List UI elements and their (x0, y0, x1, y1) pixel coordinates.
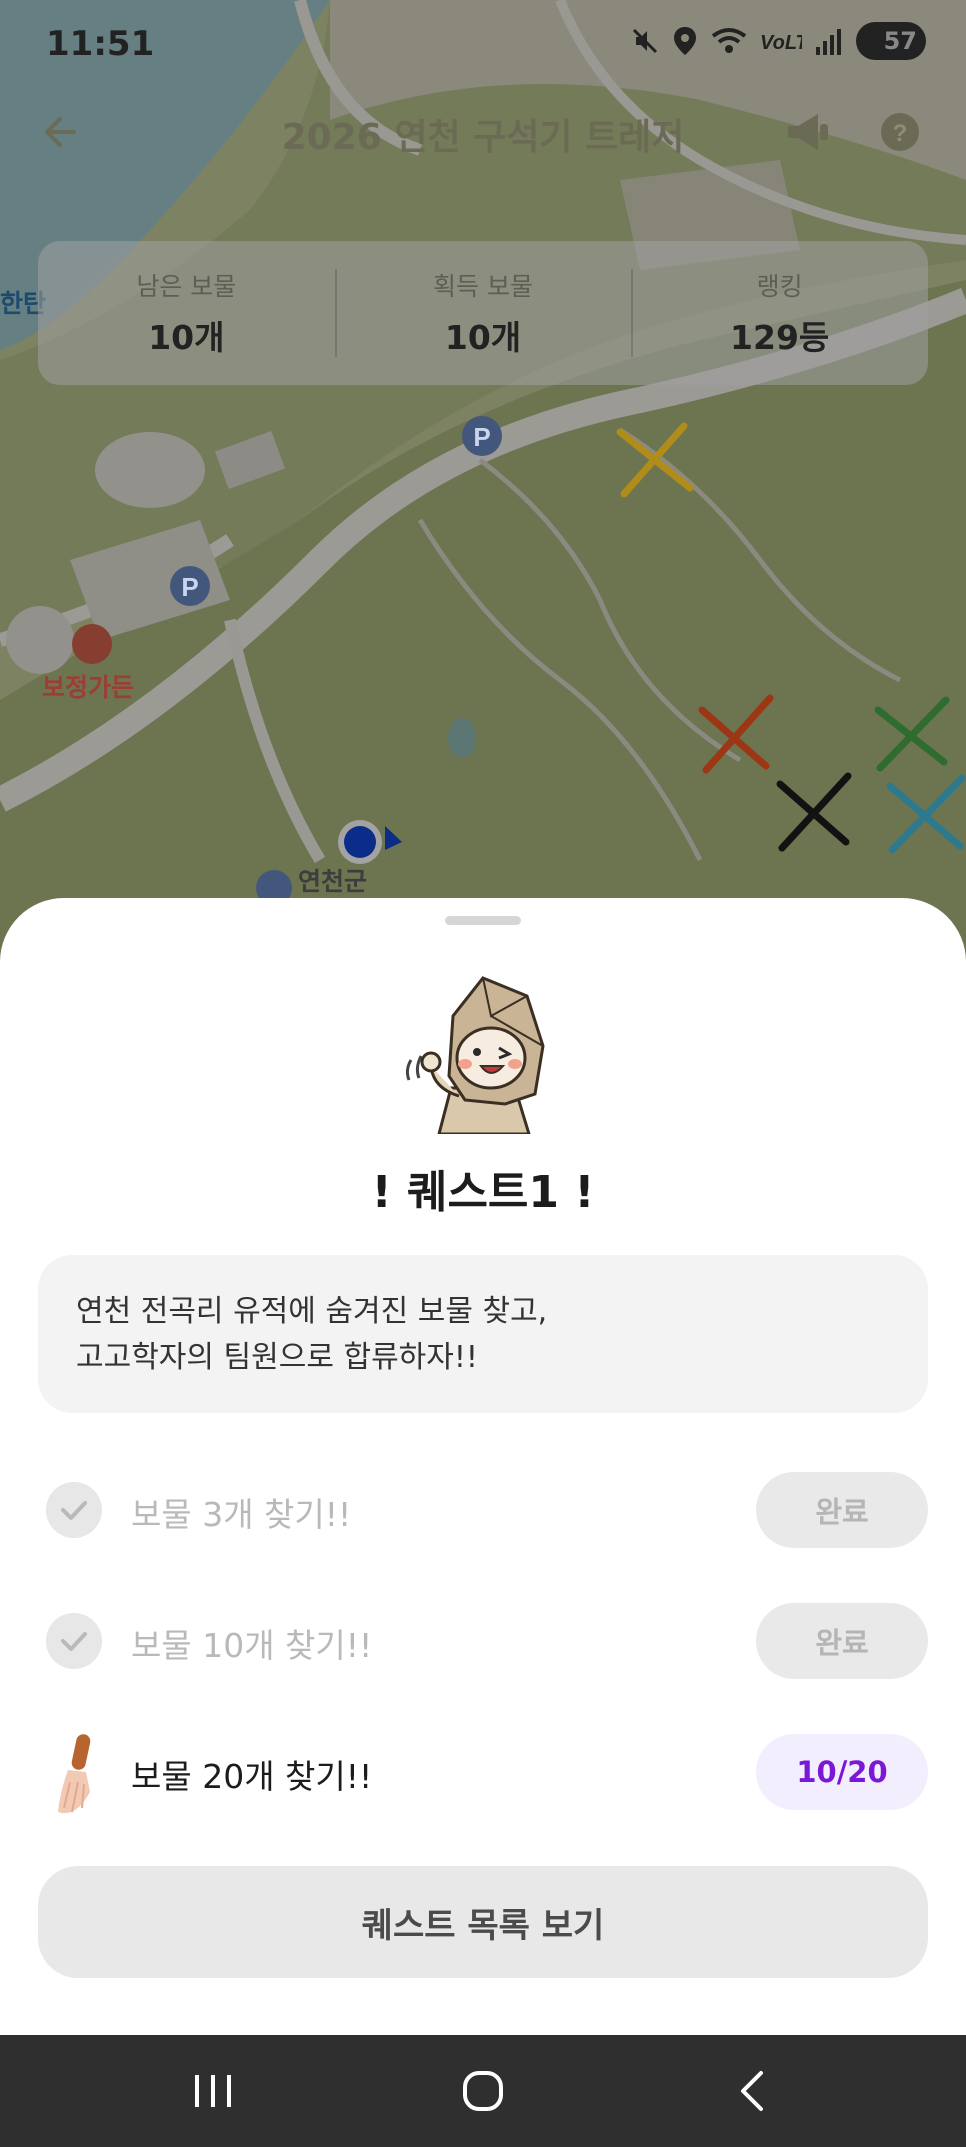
signal-icon (816, 29, 841, 55)
help-icon[interactable]: ? (872, 104, 928, 160)
stat-value: 10개 (148, 318, 225, 357)
treasure-marker-orange (698, 694, 774, 774)
stat-remaining-treasure: 남은 보물 10개 (38, 241, 335, 385)
sheet-drag-handle[interactable] (445, 916, 521, 925)
quest-bottom-sheet: ! 퀘스트1 ! 연천 전곡리 유적에 숨겨진 보물 찾고, 고고학자의 팀원으… (0, 898, 966, 2035)
treasure-map[interactable]: P P 한탄 보정가든 연천군 11:51 VoLTE 57 (0, 0, 966, 960)
status-time: 11:51 (46, 24, 155, 64)
back-nav-icon[interactable] (723, 2065, 783, 2117)
recent-apps-icon[interactable] (183, 2065, 243, 2117)
svg-text:P: P (473, 422, 490, 452)
status-icons: VoLTE 57 (630, 22, 926, 60)
wifi-icon (711, 28, 747, 53)
treasure-marker-green (874, 696, 950, 772)
location-icon (674, 27, 696, 55)
stat-acquired-treasure: 획득 보물 10개 (334, 241, 632, 385)
task-label: 보물 10개 찾기!! (131, 1626, 373, 1665)
quest-task-item: 보물 3개 찾기!! 완료 (38, 1472, 928, 1548)
app-bar: 2026 연천 구석기 트레저 ? (0, 90, 966, 170)
stats-card: 남은 보물 10개 획득 보물 10개 랭킹 129등 (38, 241, 928, 385)
check-icon (46, 1482, 102, 1538)
task-complete-button[interactable]: 완료 (756, 1472, 928, 1548)
status-bar: 11:51 VoLTE 57 (0, 0, 966, 90)
map-label-garden[interactable]: 보정가든 (42, 668, 134, 704)
quest-list-button[interactable]: 퀘스트 목록 보기 (38, 1866, 928, 1978)
svg-text:?: ? (893, 120, 908, 147)
treasure-marker-teal (886, 774, 966, 854)
task-progress-badge[interactable]: 10/20 (756, 1734, 928, 1810)
battery-level: 57 (883, 27, 917, 55)
caveman-mascot-illustration (405, 976, 545, 1134)
home-icon[interactable] (453, 2065, 513, 2117)
battery-icon: 57 (856, 22, 926, 60)
quest-task-item: 보물 20개 찾기!! 10/20 (38, 1734, 928, 1814)
quest-task-item: 보물 10개 찾기!! 완료 (38, 1603, 928, 1679)
map-label-county[interactable]: 연천군 (298, 862, 367, 898)
volte-icon: VoLTE (760, 32, 802, 54)
stat-value: 129등 (730, 318, 830, 357)
stat-label: 남은 보물 (136, 272, 237, 301)
quest-title: ! 퀘스트1 ! (371, 1167, 595, 1218)
task-label: 보물 3개 찾기!! (131, 1495, 352, 1534)
treasure-marker-black (776, 772, 852, 852)
megaphone-icon[interactable] (780, 104, 836, 160)
stat-label: 획득 보물 (433, 272, 533, 301)
stat-label: 랭킹 (756, 272, 803, 301)
system-navigation-bar (0, 2035, 966, 2147)
treasure-marker-yellow (616, 422, 694, 498)
svg-text:VoLTE: VoLTE (760, 32, 802, 54)
mute-icon (632, 28, 658, 54)
brush-icon (58, 1734, 91, 1814)
quest-description-line: 고고학자의 팀원으로 합류하자!! (76, 1340, 478, 1375)
task-label: 보물 20개 찾기!! (131, 1757, 373, 1796)
stat-ranking[interactable]: 랭킹 129등 (631, 241, 928, 385)
quest-description: 연천 전곡리 유적에 숨겨진 보물 찾고, 고고학자의 팀원으로 합류하자!! (38, 1255, 928, 1413)
quest-description-line: 연천 전곡리 유적에 숨겨진 보물 찾고, (76, 1294, 548, 1329)
stat-value: 10개 (444, 318, 522, 357)
check-icon (46, 1613, 102, 1669)
svg-text:P: P (181, 572, 198, 602)
task-complete-button[interactable]: 완료 (756, 1603, 928, 1679)
